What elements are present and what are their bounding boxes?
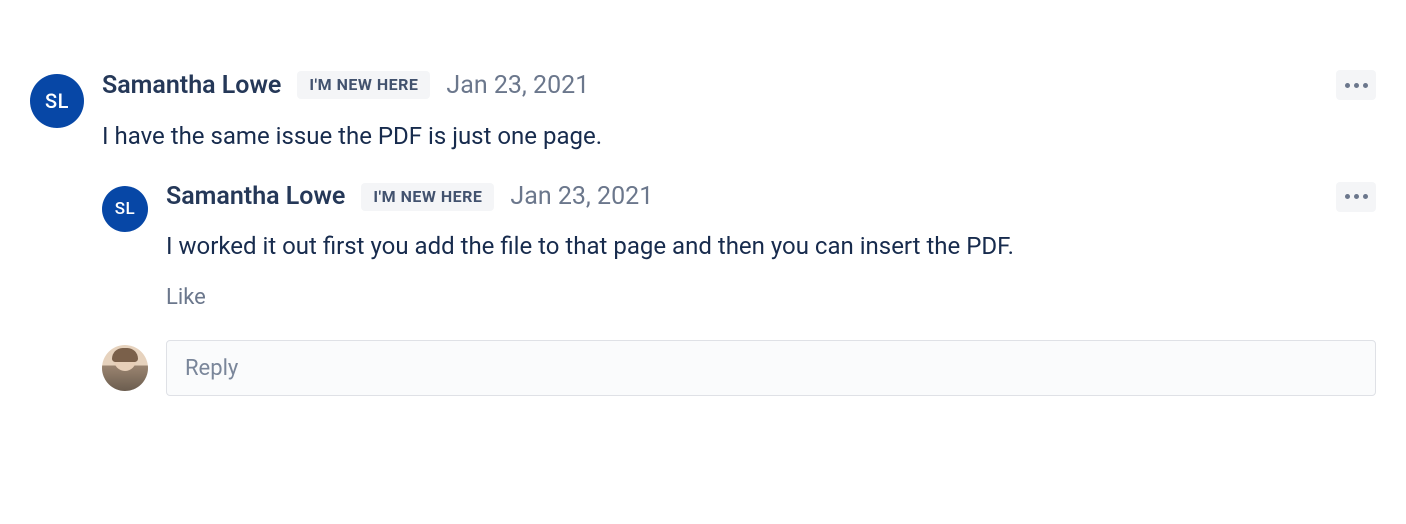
reply-header: Samantha Lowe I'M NEW HERE Jan 23, 2021 [166,182,1376,212]
comment-text: I have the same issue the PDF is just on… [102,120,1376,154]
ellipsis-icon [1345,194,1368,199]
ellipsis-icon [1345,83,1368,88]
author-name[interactable]: Samantha Lowe [166,182,345,211]
author-name[interactable]: Samantha Lowe [102,71,281,100]
reply-input[interactable] [166,340,1376,396]
avatar-initials: SL [45,89,69,113]
current-user-avatar[interactable] [102,345,148,391]
reply-row [102,340,1376,396]
comment-body: Samantha Lowe I'M NEW HERE Jan 23, 2021 … [102,70,1376,396]
comment-date[interactable]: Jan 23, 2021 [446,71,589,100]
new-user-badge: I'M NEW HERE [361,183,494,211]
new-user-badge: I'M NEW HERE [297,71,430,99]
avatar[interactable]: SL [102,186,148,232]
avatar[interactable]: SL [30,74,84,128]
reply-body: Samantha Lowe I'M NEW HERE Jan 23, 2021 … [166,182,1376,311]
like-button[interactable]: Like [166,285,206,310]
comment: SL Samantha Lowe I'M NEW HERE Jan 23, 20… [30,70,1376,396]
more-actions-button[interactable] [1336,70,1376,100]
more-actions-button[interactable] [1336,182,1376,212]
comment-replies: SL Samantha Lowe I'M NEW HERE Jan 23, 20… [102,182,1376,397]
avatar-initials: SL [115,199,135,219]
comment-date[interactable]: Jan 23, 2021 [510,182,653,211]
reply-comment: SL Samantha Lowe I'M NEW HERE Jan 23, 20… [102,182,1376,311]
reply-text: I worked it out first you add the file t… [166,230,1376,264]
comment-header: Samantha Lowe I'M NEW HERE Jan 23, 2021 [102,70,1376,100]
